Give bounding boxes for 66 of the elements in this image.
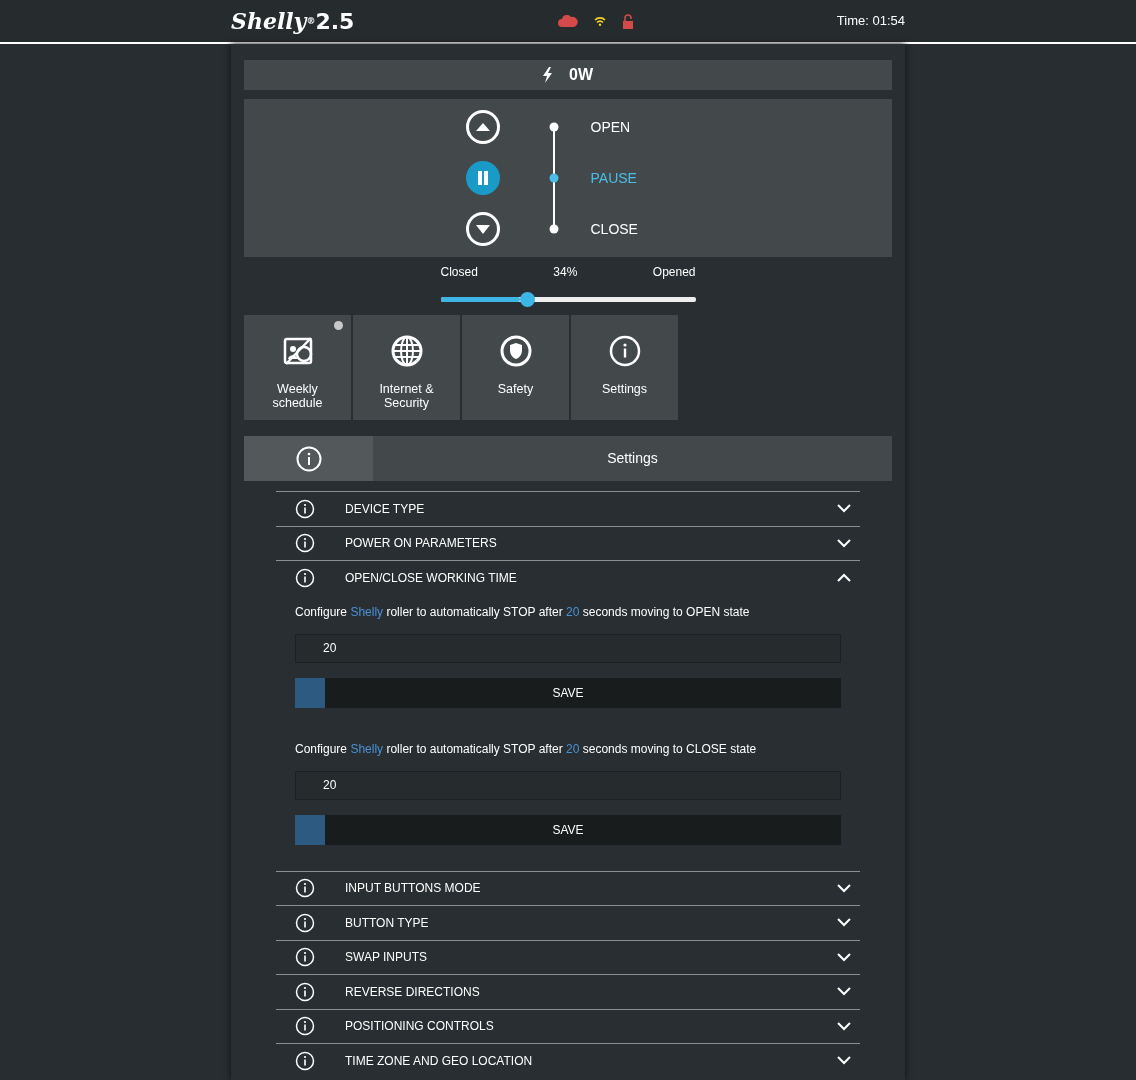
info-icon: [295, 1016, 315, 1037]
accordion-header[interactable]: OPEN/CLOSE WORKING TIME: [276, 560, 860, 595]
info-icon: [295, 981, 315, 1002]
unlocked-padlock-icon: [621, 13, 634, 29]
state-label: CLOSE: [590, 219, 639, 239]
info-icon: [295, 498, 315, 519]
info-icon: [608, 335, 641, 367]
opened-label: Opened: [652, 264, 696, 281]
number-field[interactable]: 20: [295, 633, 841, 663]
power-reading: 0W: [569, 65, 593, 85]
track-node[interactable]: [549, 224, 558, 233]
number-field[interactable]: 20: [295, 770, 841, 800]
shield-icon: [499, 335, 532, 367]
chevron-down-icon: [837, 1021, 851, 1031]
down-triangle-icon: [475, 224, 490, 234]
info-icon: [295, 947, 315, 968]
accordion-header[interactable]: BUTTON TYPE: [276, 905, 860, 940]
globe-icon: [390, 335, 423, 367]
info-icon: [295, 878, 315, 899]
state-label: PAUSE: [590, 168, 638, 188]
settings-title: Settings: [607, 449, 658, 468]
closed-label: Closed: [440, 264, 478, 281]
wifi-icon: [593, 16, 606, 26]
info-icon: [295, 567, 315, 588]
chevron-down-icon: [837, 883, 851, 893]
chevron-down-icon: [837, 1056, 851, 1066]
accordion-header[interactable]: DEVICE TYPE: [276, 491, 860, 526]
lightning-icon: [543, 67, 553, 83]
up-triangle-icon: [475, 123, 490, 131]
info-icon: [295, 445, 322, 472]
menu-tile[interactable]: Settings: [571, 315, 678, 420]
logo: Shelly$^{®}$2.5: [231, 6, 355, 36]
chevron-down-icon: [837, 952, 851, 962]
menu-tile[interactable]: Safety: [462, 315, 569, 420]
chevron-down-icon: [837, 504, 851, 514]
chevron-down-icon: [837, 987, 851, 997]
down-button[interactable]: [465, 212, 500, 246]
accordion-header[interactable]: POSITIONING CONTROLS: [276, 1008, 860, 1043]
slider-thumb[interactable]: [520, 292, 536, 307]
up-button[interactable]: [465, 110, 500, 144]
pause-icon: [477, 171, 488, 185]
chevron-down-icon: [837, 538, 851, 548]
chevron-up-icon: [837, 573, 851, 583]
chevron-down-icon: [837, 918, 851, 928]
calendar-icon: [281, 335, 314, 367]
save-button[interactable]: SAVE: [295, 814, 841, 845]
menu-tile[interactable]: Weekly schedule: [244, 315, 351, 420]
accordion-header[interactable]: SWAP INPUTS: [276, 939, 860, 974]
state-label: OPEN: [590, 117, 632, 137]
info-icon: [295, 533, 315, 554]
save-button[interactable]: SAVE: [295, 677, 841, 708]
menu-tile[interactable]: Internet & Security: [353, 315, 460, 420]
accordion-header[interactable]: INPUT BUTTONS MODE: [276, 870, 860, 905]
clock-text: Time: 01:54: [836, 12, 905, 31]
accordion-header[interactable]: REVERSE DIRECTIONS: [276, 974, 860, 1009]
cloud-icon: [557, 15, 578, 27]
track-node[interactable]: [549, 122, 558, 131]
accordion-header[interactable]: POWER ON PARAMETERS: [276, 525, 860, 560]
track-node[interactable]: [549, 173, 558, 182]
field-description: Configure Shelly roller to automatically STOP after 20 seconds moving to OPEN state: [295, 603, 751, 621]
accordion-header[interactable]: TIME ZONE AND GEO LOCATION: [276, 1043, 860, 1078]
info-icon: [295, 1050, 315, 1071]
info-icon: [295, 912, 315, 933]
field-description: Configure Shelly roller to automatically STOP after 20 seconds moving to CLOSE state: [295, 740, 758, 758]
position-reading: 34%: [553, 264, 578, 281]
pause-button[interactable]: [465, 161, 500, 195]
